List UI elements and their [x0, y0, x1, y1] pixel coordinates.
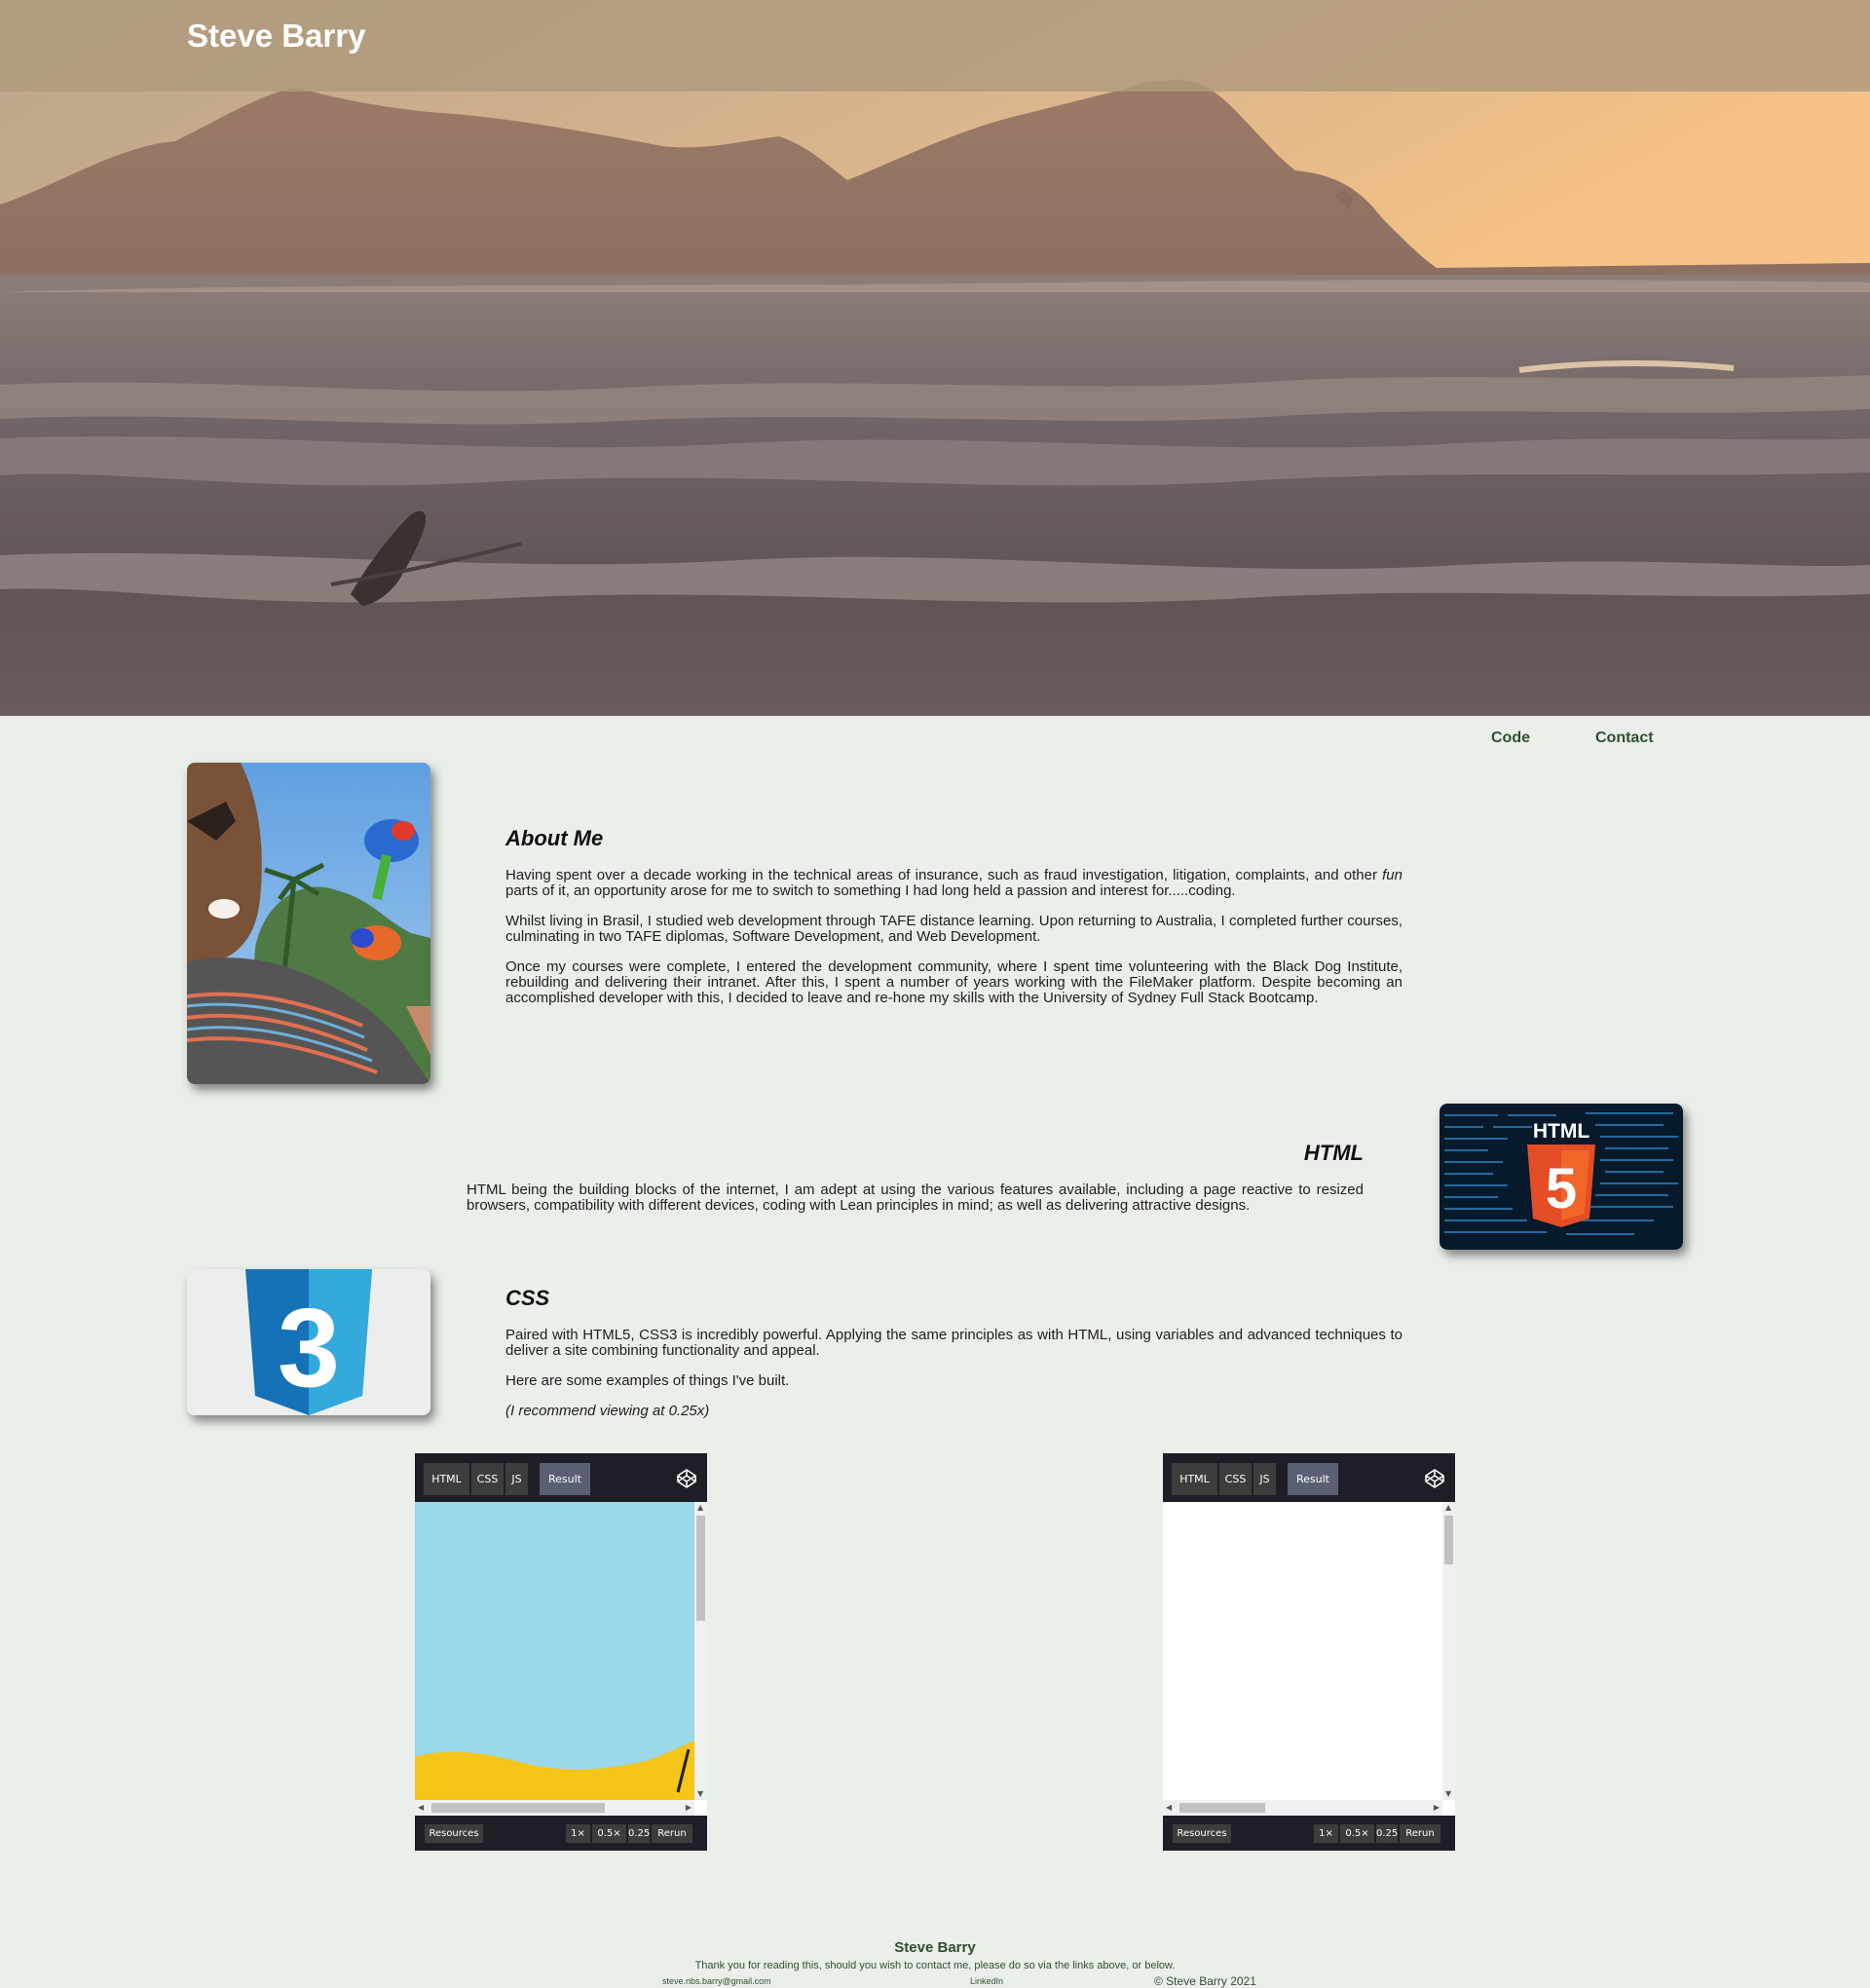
css-paragraph-2: Here are some examples of things I've bu…	[505, 1372, 790, 1389]
horizontal-scrollbar[interactable]: ◀ ▶	[415, 1800, 694, 1816]
zoom-05x-button[interactable]: 0.5×	[592, 1824, 626, 1843]
embed-footer-bar: Resources 1× 0.5× 0.25× Rerun	[415, 1816, 707, 1851]
vertical-scroll-thumb[interactable]	[1444, 1516, 1453, 1564]
result-preview	[415, 1502, 694, 1800]
hero-image	[0, 0, 1870, 716]
tab-js[interactable]: JS	[505, 1463, 528, 1495]
about-paragraph-2: Whilst living in Brasil, I studied web d…	[505, 913, 1402, 945]
resources-button[interactable]: Resources	[425, 1824, 483, 1843]
embed-result-frame[interactable]: ▲ ▼ ◀ ▶	[415, 1502, 707, 1816]
codepen-icon[interactable]	[1424, 1468, 1445, 1489]
profile-photo	[187, 763, 430, 1084]
embed-footer-bar: Resources 1× 0.5× 0.25× Rerun	[1163, 1816, 1455, 1851]
css-paragraph-1: Paired with HTML5, CSS3 is incredibly po…	[505, 1327, 1402, 1359]
rerun-button[interactable]: Rerun	[1400, 1824, 1440, 1843]
nav-link-contact[interactable]: Contact	[1595, 730, 1654, 751]
resources-button[interactable]: Resources	[1173, 1824, 1231, 1843]
css-title: CSS	[505, 1286, 550, 1310]
css3-logo-number: 3	[278, 1286, 340, 1410]
tab-js[interactable]: JS	[1253, 1463, 1276, 1495]
horizontal-scrollbar[interactable]: ◀ ▶	[1163, 1800, 1442, 1816]
horizontal-scroll-thumb[interactable]	[431, 1803, 605, 1813]
footer-copyright: © Steve Barry 2021	[1154, 1974, 1256, 1988]
footer-email-link[interactable]: steve.nbs.barry@gmail.com	[662, 1976, 771, 1986]
vertical-scroll-thumb[interactable]	[696, 1516, 705, 1621]
hero-banner: Steve Barry	[0, 0, 1870, 716]
embed-toolbar: HTML CSS JS Result	[415, 1453, 707, 1502]
nav-link-code[interactable]: Code	[1491, 730, 1530, 751]
tab-css[interactable]: CSS	[1219, 1463, 1252, 1495]
tab-css[interactable]: CSS	[471, 1463, 504, 1495]
zoom-025x-button[interactable]: 0.25×	[628, 1824, 650, 1843]
scroll-right-arrow[interactable]: ▶	[686, 1804, 692, 1812]
scroll-left-arrow[interactable]: ◀	[418, 1804, 424, 1812]
about-paragraph-3: Once my courses were complete, I entered…	[505, 958, 1402, 1006]
html5-logo-image: HTML 5	[1440, 1104, 1683, 1250]
scroll-right-arrow[interactable]: ▶	[1434, 1804, 1440, 1812]
tab-result[interactable]: Result	[540, 1463, 590, 1495]
scroll-down-arrow[interactable]: ▼	[697, 1790, 703, 1798]
codepen-embed-1[interactable]: HTML CSS JS Result ▲ ▼ ◀ ▶ Resources 1× …	[415, 1453, 707, 1851]
embed-result-frame[interactable]: ▲ ▼ ◀ ▶	[1163, 1502, 1455, 1816]
about-title: About Me	[505, 826, 604, 850]
zoom-05x-button[interactable]: 0.5×	[1340, 1824, 1374, 1843]
footer-linkedin-link[interactable]: LinkedIn	[970, 1976, 1003, 1986]
zoom-1x-button[interactable]: 1×	[566, 1824, 590, 1843]
footer-message: Thank you for reading this, should you w…	[694, 1960, 1176, 1971]
html-title: HTML	[1303, 1141, 1364, 1165]
tab-html[interactable]: HTML	[1172, 1463, 1217, 1495]
header-bar: Steve Barry	[0, 0, 1870, 92]
embed-toolbar: HTML CSS JS Result	[1163, 1453, 1455, 1502]
codepen-embed-2[interactable]: HTML CSS JS Result ▲ ▼ ◀ ▶ Resources 1× …	[1163, 1453, 1455, 1851]
css3-logo-image: 3	[187, 1269, 430, 1415]
scroll-left-arrow[interactable]: ◀	[1166, 1804, 1172, 1812]
site-title[interactable]: Steve Barry	[187, 18, 365, 55]
about-paragraph-1: Having spent over a decade working in th…	[505, 867, 1402, 899]
tab-result[interactable]: Result	[1288, 1463, 1338, 1495]
scroll-up-arrow[interactable]: ▲	[697, 1504, 703, 1512]
rerun-button[interactable]: Rerun	[652, 1824, 692, 1843]
vertical-scrollbar[interactable]: ▲ ▼	[1442, 1502, 1455, 1800]
scroll-up-arrow[interactable]: ▲	[1445, 1504, 1451, 1512]
zoom-1x-button[interactable]: 1×	[1314, 1824, 1338, 1843]
horizontal-scroll-thumb[interactable]	[1179, 1803, 1265, 1813]
css-paragraph-3: (I recommend viewing at 0.25x)	[505, 1403, 710, 1419]
html-paragraph-1: HTML being the building blocks of the in…	[467, 1182, 1364, 1214]
vertical-scrollbar[interactable]: ▲ ▼	[694, 1502, 707, 1800]
zoom-025x-button[interactable]: 0.25×	[1376, 1824, 1398, 1843]
footer-title: Steve Barry	[894, 1939, 976, 1956]
tab-html[interactable]: HTML	[424, 1463, 469, 1495]
scroll-down-arrow[interactable]: ▼	[1445, 1790, 1451, 1798]
html5-logo-text: HTML	[1533, 1120, 1590, 1143]
html5-logo-number: 5	[1546, 1157, 1577, 1220]
codepen-icon[interactable]	[676, 1468, 697, 1489]
